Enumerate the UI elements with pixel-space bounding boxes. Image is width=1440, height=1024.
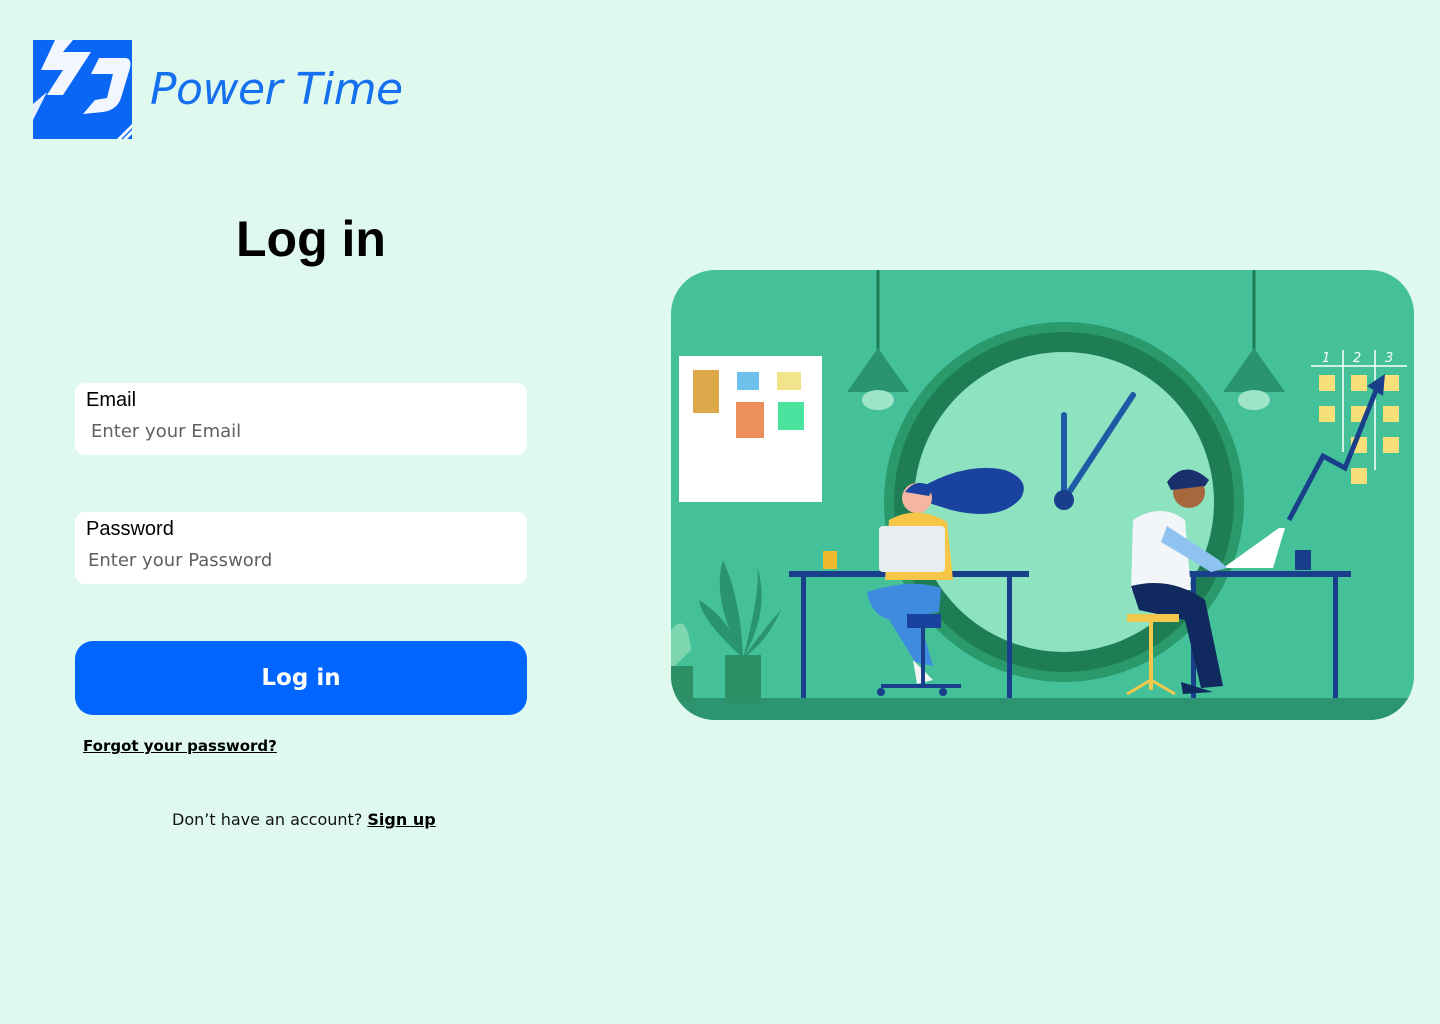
password-label: Password [86, 518, 174, 540]
brand-name: Power Time [150, 64, 403, 115]
logo-icon [33, 40, 132, 139]
signup-prompt: Don’t have an account? [172, 810, 363, 829]
password-input[interactable] [88, 548, 508, 572]
email-field[interactable]: Email [75, 383, 527, 455]
sticky-board-icon [679, 356, 822, 502]
signup-link[interactable]: Sign up [367, 810, 435, 829]
signup-row: Don’t have an account? Sign up [172, 810, 436, 829]
password-field[interactable]: Password [75, 512, 527, 584]
board-column-3: 3 [1385, 351, 1393, 366]
brand-logo[interactable]: Power Time [33, 40, 403, 139]
login-page: Power Time Log in Email Password Log in … [0, 0, 1440, 1024]
board-column-1: 1 [1322, 351, 1330, 366]
hero-illustration: 1 2 3 [671, 270, 1414, 720]
page-title: Log in [236, 211, 386, 267]
forgot-password-link[interactable]: Forgot your password? [83, 737, 277, 755]
login-button[interactable]: Log in [75, 641, 527, 715]
email-input[interactable] [91, 419, 511, 443]
board-column-2: 2 [1353, 351, 1361, 366]
email-label: Email [86, 389, 137, 411]
office-scene-image: 1 2 3 [671, 270, 1414, 720]
